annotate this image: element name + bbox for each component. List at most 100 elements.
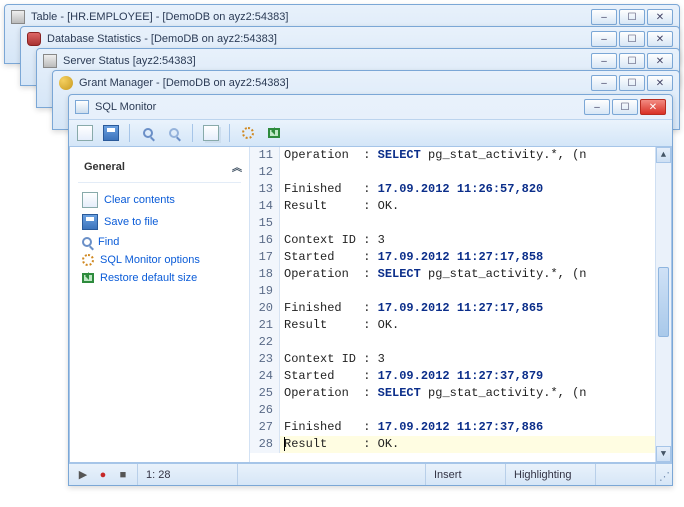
line-number: 22 xyxy=(250,334,280,351)
log-line[interactable]: 24Started : 17.09.2012 11:27:37,879 xyxy=(250,368,655,385)
restore-button[interactable] xyxy=(264,123,284,143)
close-button[interactable]: ✕ xyxy=(647,31,673,47)
save-icon xyxy=(82,214,98,230)
resize-grip[interactable]: ⋰ xyxy=(656,464,672,485)
find-icon xyxy=(82,237,92,247)
line-content: Context ID : 3 xyxy=(280,351,385,368)
sidebar-item-label: Save to file xyxy=(104,216,158,228)
record-button[interactable]: ● xyxy=(95,468,111,482)
sidebar-item-label: Clear contents xyxy=(104,194,175,206)
maximize-button[interactable]: ☐ xyxy=(612,99,638,115)
minimize-button[interactable]: – xyxy=(591,75,617,91)
line-number: 27 xyxy=(250,419,280,436)
doc-icon xyxy=(77,125,93,141)
line-number: 25 xyxy=(250,385,280,402)
restore-icon xyxy=(268,128,280,138)
line-number: 12 xyxy=(250,164,280,181)
log-line[interactable]: 15 xyxy=(250,215,655,232)
line-number: 13 xyxy=(250,181,280,198)
log-line[interactable]: 12 xyxy=(250,164,655,181)
side-panel-header[interactable]: General ︽ xyxy=(78,155,241,183)
window-title: Server Status [ayz2:54383] xyxy=(63,55,585,67)
save-icon xyxy=(103,125,119,141)
log-line[interactable]: 25Operation : SELECT pg_stat_activity.*,… xyxy=(250,385,655,402)
copy-icon xyxy=(203,125,219,141)
log-line[interactable]: 18Operation : SELECT pg_stat_activity.*,… xyxy=(250,266,655,283)
maximize-button[interactable]: ☐ xyxy=(619,9,645,25)
line-number: 21 xyxy=(250,317,280,334)
log-line[interactable]: 22 xyxy=(250,334,655,351)
stop-button[interactable]: ■ xyxy=(115,468,131,482)
log-editor[interactable]: 11Operation : SELECT pg_stat_activity.*,… xyxy=(250,147,671,462)
find-button[interactable] xyxy=(138,123,158,143)
close-button[interactable]: ✕ xyxy=(640,99,666,115)
restore-icon xyxy=(82,273,94,283)
line-number: 28 xyxy=(250,436,280,453)
sidebar-save-to-file[interactable]: Save to file xyxy=(78,211,241,233)
sidebar-options[interactable]: SQL Monitor options xyxy=(78,251,241,269)
line-content xyxy=(280,402,284,419)
window-title: Database Statistics - [DemoDB on ayz2:54… xyxy=(47,33,585,45)
line-content: Operation : SELECT pg_stat_activity.*, (… xyxy=(280,147,586,164)
find-next-button[interactable] xyxy=(164,123,184,143)
scroll-down-button[interactable]: ▼ xyxy=(656,446,671,462)
line-content: Operation : SELECT pg_stat_activity.*, (… xyxy=(280,266,586,283)
log-line[interactable]: 11Operation : SELECT pg_stat_activity.*,… xyxy=(250,147,655,164)
save-button[interactable] xyxy=(101,123,121,143)
line-content xyxy=(280,334,284,351)
log-line[interactable]: 23Context ID : 3 xyxy=(250,351,655,368)
log-line[interactable]: 26 xyxy=(250,402,655,419)
options-button[interactable] xyxy=(238,123,258,143)
sidebar-clear-contents[interactable]: Clear contents xyxy=(78,189,241,211)
line-number: 20 xyxy=(250,300,280,317)
line-content: Finished : 17.09.2012 11:26:57,820 xyxy=(280,181,543,198)
minimize-button[interactable]: – xyxy=(584,99,610,115)
scroll-thumb[interactable] xyxy=(658,267,669,337)
log-line[interactable]: 27Finished : 17.09.2012 11:27:37,886 xyxy=(250,419,655,436)
log-line[interactable]: 21Result : OK. xyxy=(250,317,655,334)
close-button[interactable]: ✕ xyxy=(647,75,673,91)
close-button[interactable]: ✕ xyxy=(647,53,673,69)
sidebar-find[interactable]: Find xyxy=(78,233,241,251)
gear-icon xyxy=(242,127,254,139)
log-line[interactable]: 19 xyxy=(250,283,655,300)
status-mode: Insert xyxy=(426,464,506,485)
minimize-button[interactable]: – xyxy=(591,9,617,25)
line-number: 18 xyxy=(250,266,280,283)
line-content: Result : OK. xyxy=(280,198,399,215)
status-position: 1: 28 xyxy=(138,464,238,485)
clear-button[interactable] xyxy=(75,123,95,143)
log-line[interactable]: 16Context ID : 3 xyxy=(250,232,655,249)
maximize-button[interactable]: ☐ xyxy=(619,53,645,69)
line-number: 15 xyxy=(250,215,280,232)
line-content: Context ID : 3 xyxy=(280,232,385,249)
minimize-button[interactable]: – xyxy=(591,31,617,47)
line-content xyxy=(280,215,284,232)
find-next-icon xyxy=(169,128,179,138)
collapse-icon[interactable]: ︽ xyxy=(232,159,239,174)
line-number: 24 xyxy=(250,368,280,385)
minimize-button[interactable]: – xyxy=(591,53,617,69)
log-line[interactable]: 28Result : OK. xyxy=(250,436,655,453)
titlebar[interactable]: SQL Monitor – ☐ ✕ xyxy=(69,95,672,119)
log-line[interactable]: 13Finished : 17.09.2012 11:26:57,820 xyxy=(250,181,655,198)
maximize-button[interactable]: ☐ xyxy=(619,31,645,47)
clear-icon xyxy=(82,192,98,208)
maximize-button[interactable]: ☐ xyxy=(619,75,645,91)
log-line[interactable]: 14Result : OK. xyxy=(250,198,655,215)
log-line[interactable]: 17Started : 17.09.2012 11:27:17,858 xyxy=(250,249,655,266)
gear-icon xyxy=(82,254,94,266)
sidebar-restore-size[interactable]: Restore default size xyxy=(78,269,241,287)
copy-button[interactable] xyxy=(201,123,221,143)
close-button[interactable]: ✕ xyxy=(647,9,673,25)
log-line[interactable]: 20Finished : 17.09.2012 11:27:17,865 xyxy=(250,300,655,317)
side-panel: General ︽ Clear contents Save to file Find… xyxy=(70,147,250,462)
line-number: 23 xyxy=(250,351,280,368)
play-button[interactable]: ▶ xyxy=(75,468,91,482)
scroll-up-button[interactable]: ▲ xyxy=(656,147,671,163)
status-highlighting: Highlighting xyxy=(506,464,596,485)
db-stats-icon xyxy=(27,32,41,46)
vertical-scrollbar[interactable]: ▲ ▼ xyxy=(655,147,671,462)
table-icon xyxy=(11,10,25,24)
line-content: Started : 17.09.2012 11:27:17,858 xyxy=(280,249,543,266)
